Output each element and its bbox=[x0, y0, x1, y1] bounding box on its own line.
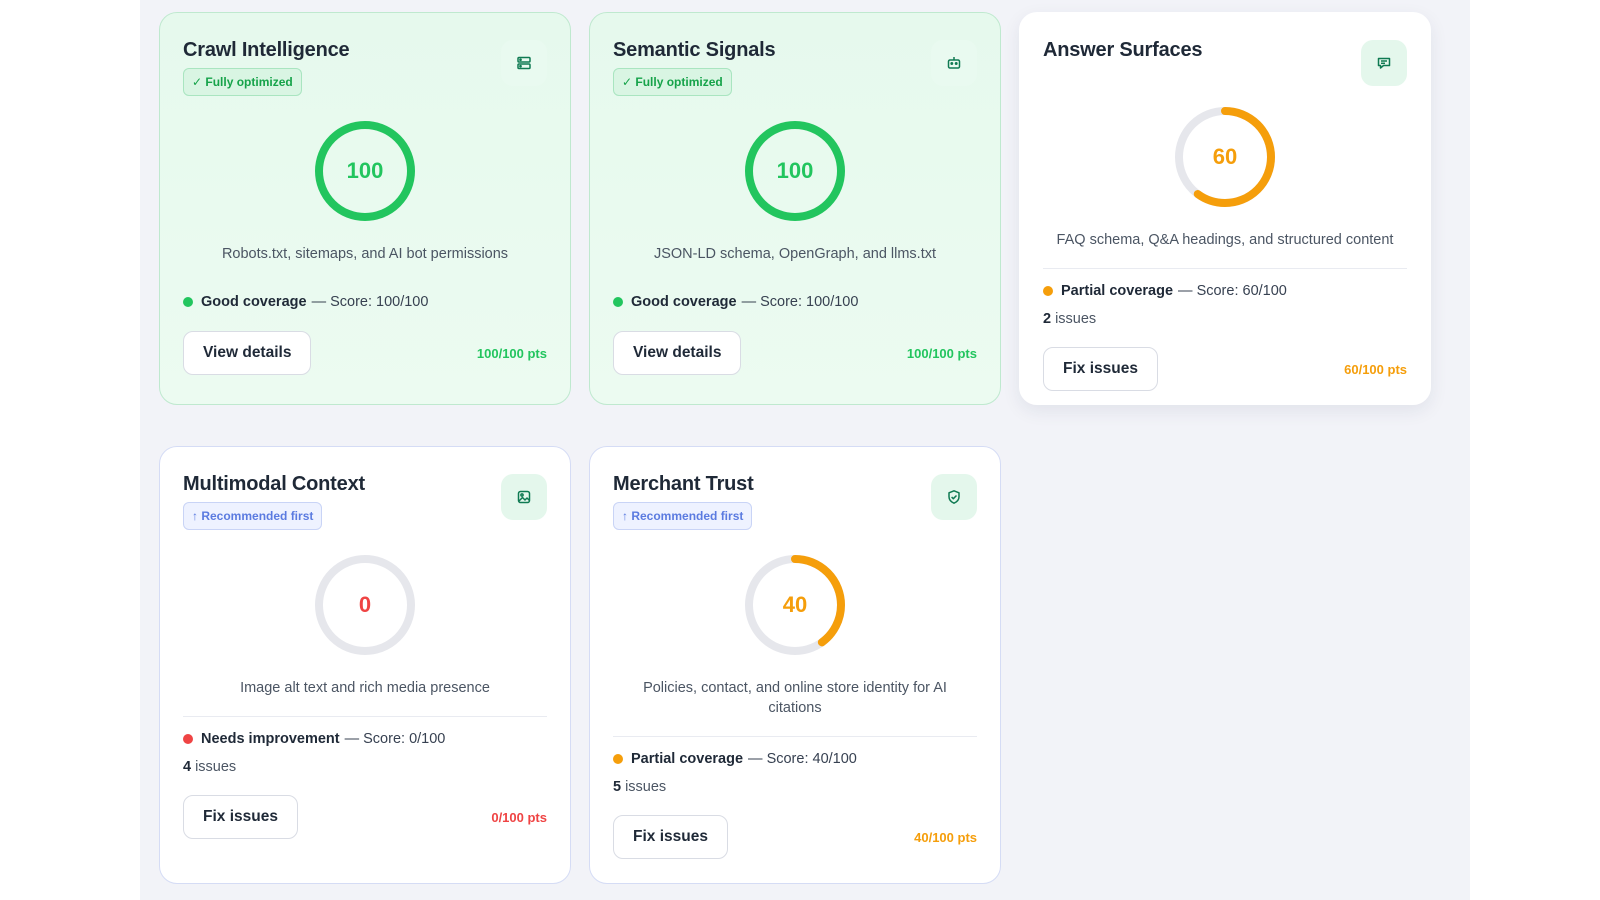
issues-word: issues bbox=[1055, 311, 1097, 327]
category-card-multimodal-context: Multimodal Context ↑ Recommended first 0… bbox=[159, 446, 571, 884]
card-title: Multimodal Context bbox=[183, 473, 365, 495]
status-detail: — Score: 100/100 bbox=[311, 294, 429, 310]
issues-word: issues bbox=[625, 779, 667, 795]
divider bbox=[1043, 268, 1407, 269]
status-label: Needs improvement bbox=[201, 731, 340, 747]
status-label: Partial coverage bbox=[631, 751, 744, 767]
view-details-button[interactable]: View details bbox=[613, 331, 742, 375]
points-label: 40/100 pts bbox=[914, 829, 977, 845]
card-description: FAQ schema, Q&A headings, and structured… bbox=[1056, 232, 1394, 248]
score-ring: 40 bbox=[742, 552, 848, 658]
status-dot bbox=[1043, 286, 1053, 296]
score-ring: 100 bbox=[312, 118, 418, 224]
coverage-status: Good coverage — Score: 100/100 bbox=[183, 294, 547, 310]
image-icon bbox=[501, 474, 547, 520]
score-value: 100 bbox=[776, 158, 814, 183]
card-description: JSON-LD schema, OpenGraph, and llms.txt bbox=[653, 246, 937, 262]
status-dot bbox=[613, 754, 623, 764]
dashboard-canvas: Crawl Intelligence ✓ Fully optimized 100… bbox=[140, 0, 1470, 900]
status-dot bbox=[613, 297, 623, 307]
status-badge-optimized: ✓ Fully optimized bbox=[183, 68, 302, 96]
status-detail: — Score: 100/100 bbox=[741, 294, 859, 310]
fix-issues-button[interactable]: Fix issues bbox=[183, 795, 298, 839]
issues-number: 4 bbox=[183, 759, 192, 775]
score-value: 40 bbox=[782, 592, 808, 617]
score-value: 100 bbox=[346, 158, 384, 183]
category-card-crawl-intelligence: Crawl Intelligence ✓ Fully optimized 100… bbox=[159, 12, 571, 405]
issues-number: 5 bbox=[613, 779, 622, 795]
score-ring: 100 bbox=[742, 118, 848, 224]
robot-icon bbox=[931, 40, 977, 86]
fix-issues-button[interactable]: Fix issues bbox=[613, 815, 728, 859]
shield-check-icon bbox=[931, 474, 977, 520]
status-label: Partial coverage bbox=[1061, 283, 1174, 299]
points-label: 100/100 pts bbox=[906, 345, 977, 361]
status-detail: — Score: 0/100 bbox=[344, 731, 446, 747]
coverage-status: Partial coverage — Score: 40/100 bbox=[613, 751, 977, 767]
category-card-answer-surfaces: Answer Surfaces 60 FAQ schema, Q&A headi… bbox=[1019, 12, 1431, 405]
category-card-merchant-trust: Merchant Trust ↑ Recommended first 40 Po… bbox=[589, 446, 1001, 884]
status-label: Good coverage bbox=[201, 294, 307, 310]
recommended-badge: ↑ Recommended first bbox=[613, 502, 753, 530]
points-label: 60/100 pts bbox=[1344, 361, 1407, 377]
issues-number: 2 bbox=[1043, 311, 1052, 327]
category-card-semantic-signals: Semantic Signals ✓ Fully optimized 100 J… bbox=[589, 12, 1001, 405]
coverage-status: Needs improvement — Score: 0/100 bbox=[183, 731, 547, 747]
chat-icon bbox=[1361, 40, 1407, 86]
issues-count: 4 issues bbox=[183, 759, 547, 775]
card-title: Merchant Trust bbox=[613, 473, 754, 495]
score-ring: 60 bbox=[1172, 104, 1278, 210]
view-details-button[interactable]: View details bbox=[183, 331, 312, 375]
points-label: 0/100 pts bbox=[491, 809, 547, 825]
status-detail: — Score: 60/100 bbox=[1178, 283, 1287, 299]
issues-count: 2 issues bbox=[1043, 311, 1407, 327]
coverage-status: Partial coverage — Score: 60/100 bbox=[1043, 283, 1407, 299]
points-label: 100/100 pts bbox=[476, 345, 547, 361]
recommended-badge: ↑ Recommended first bbox=[183, 502, 323, 530]
divider bbox=[613, 736, 977, 737]
coverage-status: Good coverage — Score: 100/100 bbox=[613, 294, 977, 310]
status-dot bbox=[183, 734, 193, 744]
card-title: Semantic Signals bbox=[613, 39, 776, 61]
score-value: 60 bbox=[1212, 144, 1238, 169]
score-value: 0 bbox=[358, 592, 372, 617]
status-detail: — Score: 40/100 bbox=[748, 751, 857, 767]
status-label: Good coverage bbox=[631, 294, 737, 310]
fix-issues-button[interactable]: Fix issues bbox=[1043, 347, 1158, 391]
card-title: Answer Surfaces bbox=[1043, 39, 1203, 61]
card-description: Policies, contact, and online store iden… bbox=[643, 680, 947, 716]
server-icon bbox=[501, 40, 547, 86]
issues-count: 5 issues bbox=[613, 779, 977, 795]
score-ring: 0 bbox=[312, 552, 418, 658]
card-description: Robots.txt, sitemaps, and AI bot permiss… bbox=[221, 246, 509, 262]
status-dot bbox=[183, 297, 193, 307]
card-title: Crawl Intelligence bbox=[183, 39, 350, 61]
status-badge-optimized: ✓ Fully optimized bbox=[613, 68, 732, 96]
issues-word: issues bbox=[195, 759, 237, 775]
divider bbox=[183, 716, 547, 717]
card-description: Image alt text and rich media presence bbox=[240, 680, 490, 696]
